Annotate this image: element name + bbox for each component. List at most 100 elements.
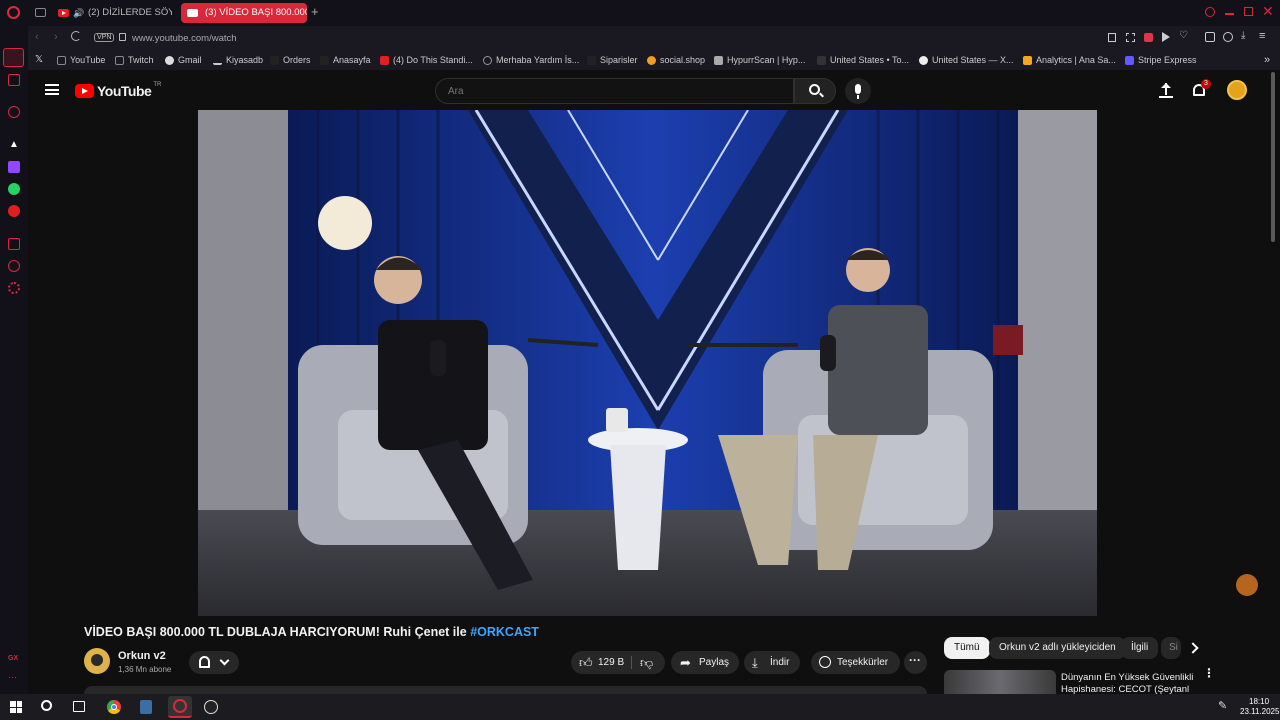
windows-start-icon[interactable] [10,701,22,713]
youtube-logo[interactable]: YouTube TR [75,82,161,100]
recommendation-menu-icon[interactable]: ⋮ [1203,667,1215,679]
close-window-button[interactable]: ✕ [1262,3,1274,20]
recommendation-title[interactable]: Dünyanın En Yüksek Güvenlikli Hapishanes… [1061,672,1196,694]
bookmark-orders[interactable]: Orders [270,50,311,70]
search-button[interactable] [794,78,836,104]
youtube-header: YouTube TR 3 [28,70,1280,110]
bookmark-twitch[interactable]: Twitch [115,50,154,70]
account-avatar[interactable] [1227,80,1247,100]
download-button[interactable]: ⤓ İndir [744,651,800,674]
twitch-icon[interactable] [8,161,20,173]
back-icon[interactable]: ‹ [35,31,39,43]
menu-icon[interactable]: ≡ [1259,30,1265,42]
recommendation-thumbnail[interactable] [944,670,1056,694]
gx-control-icon[interactable] [8,106,20,118]
task-view-icon[interactable] [73,701,85,712]
new-tab-button[interactable]: + [311,4,319,19]
pin-icon[interactable] [1108,33,1116,42]
reload-icon[interactable] [71,31,81,41]
obs-icon[interactable] [204,700,218,714]
download-icon[interactable]: ⤓ [1241,30,1245,41]
channel-name[interactable]: Orkun v2 [118,650,166,662]
sidebar-more-icon[interactable]: ··· [8,672,17,682]
opera-gx-taskbar-icon[interactable] [168,696,192,718]
more-actions-button[interactable]: ··· [904,651,927,674]
tab-manager-icon[interactable] [35,8,46,17]
chip-all[interactable]: Tümü [944,637,990,659]
more-horizontal-icon: ··· [909,653,921,667]
profile-icon[interactable] [1223,32,1233,42]
streamer-avatar-icon[interactable] [1236,574,1258,596]
clock-time[interactable]: 18:10 [1249,697,1269,706]
search-input[interactable] [435,78,794,104]
history-icon[interactable] [8,260,20,272]
voice-search-button[interactable] [845,78,871,104]
vpn-badge[interactable]: VPN [94,33,115,42]
home-icon[interactable] [3,48,24,67]
gx-label[interactable]: GX [8,655,18,662]
bookmark-hypurrscan[interactable]: HypurrScan | Hyp... [714,50,805,70]
clock-date[interactable]: 23.11.2025 [1240,707,1279,716]
gx-corner-icon[interactable] [8,74,20,86]
bookmark-youtube[interactable]: YouTube [57,50,105,70]
maximize-button[interactable] [1244,7,1253,16]
dislike-button[interactable]: 👎︎ [632,651,665,674]
video-player[interactable] [198,110,1097,616]
whatsapp-icon[interactable] [8,183,20,195]
chip-truncated[interactable]: Si [1161,637,1181,659]
pen-tray-icon[interactable]: ✎ [1218,699,1227,712]
bookmark-united-states-x[interactable]: United States — X... [919,50,1014,70]
chrome-icon[interactable] [107,700,121,714]
subscribe-bell-button[interactable] [189,651,239,674]
snapshot-icon[interactable] [1126,33,1135,42]
play-icon[interactable] [1162,32,1170,42]
bookmark-united-states-to[interactable]: United States • To... [817,50,909,70]
share-button[interactable]: ➦ Paylaş [671,651,739,674]
bookmark-anasayfa[interactable]: Anasayfa [320,50,371,70]
bookmark-kiyasadb[interactable]: Kiyasadb [213,50,263,70]
video-hashtag-link[interactable]: #ORKCAST [470,625,539,639]
stripe-icon [1125,55,1134,65]
like-button[interactable]: 👍︎ 129 B [571,651,631,674]
bookmark-analytics[interactable]: Analytics | Ana Sa... [1023,50,1116,70]
hamburger-menu-icon[interactable] [45,84,59,95]
bookmark-social-shop[interactable]: social.shop [647,50,705,70]
heart-icon[interactable]: ♡ [1179,30,1188,41]
page-scrollbar[interactable] [1271,72,1275,242]
extensions-icon[interactable] [1205,32,1215,42]
search-icon[interactable] [41,700,52,711]
tab-1[interactable]: 🔊 (2) DİZİLERDE SÖYLE [52,3,172,23]
video-title: VİDEO BAŞI 800.000 TL DUBLAJA HARCIYORUM… [84,625,539,639]
bookmark-stripe-express[interactable]: Stripe Express [1125,50,1197,70]
chip-from-uploader[interactable]: Orkun v2 adlı yükleyiciden [989,637,1126,659]
bookmark-youtube-video[interactable]: (4) Do This Standi... [380,50,473,70]
settings-gear-icon[interactable] [8,282,20,294]
url-input[interactable] [132,30,732,46]
tab-2-active[interactable]: (3) VİDEO BAŞI 800.000 [181,3,307,23]
page-icon [320,55,329,65]
pocket-icon[interactable] [1144,33,1153,42]
channel-avatar[interactable] [84,648,110,674]
wallet-icon[interactable] [8,238,20,250]
forward-icon[interactable]: › [54,31,58,43]
bookmark-gmail[interactable]: Gmail [165,50,202,70]
bookmark-merhaba[interactable]: Merhaba Yardım İs... [483,50,579,70]
youtube-music-icon[interactable] [8,205,20,217]
calculator-icon[interactable] [140,700,152,714]
social-shop-icon [647,55,656,65]
opera-gx-logo-icon[interactable] [7,6,20,19]
thanks-button[interactable]: Teşekkürler [811,651,900,674]
bookmark-x-icon[interactable]: 𝕏 [35,50,43,70]
bookmark-siparisler[interactable]: Siparisler [587,50,638,70]
aria-icon[interactable]: ▲ [8,139,20,151]
notifications-button[interactable]: 3 [1191,79,1211,99]
youtube-favicon-icon [187,9,198,17]
search-tabs-icon[interactable] [1205,7,1215,17]
minimize-button[interactable] [1225,13,1234,15]
super-thanks-icon [819,656,831,668]
speaker-icon: 🔊 [73,8,85,18]
chip-related[interactable]: İlgili [1121,637,1159,659]
upload-button[interactable] [1158,81,1174,99]
chips-next-arrow-icon[interactable] [1187,642,1199,654]
bookmarks-overflow-icon[interactable]: » [1264,50,1270,70]
